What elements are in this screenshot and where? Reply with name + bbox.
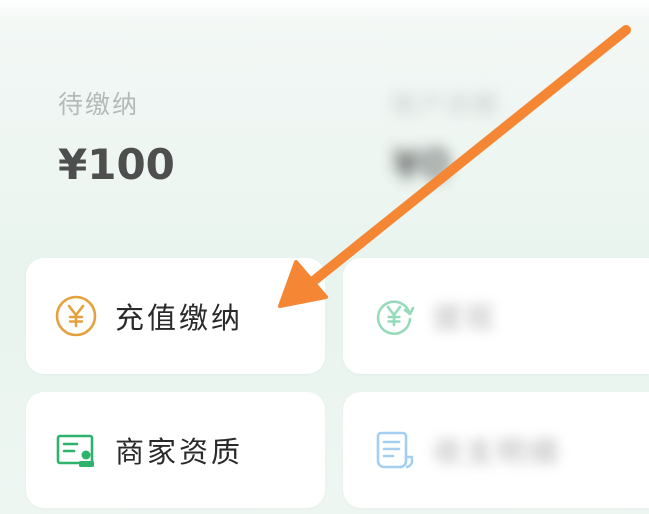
account-balance: 账户余额 ¥0 [392,88,500,190]
account-balance-value: ¥0 [392,140,451,189]
deposit-page: 待缴纳 ¥100 账户余额 ¥0 充值缴纳 提现 商家资质 收支明细 [0,0,649,514]
merchant-license-icon [53,427,99,473]
withdraw-button[interactable]: 提现 [343,258,649,374]
income-expense-records-label: 收支明细 [433,429,561,471]
income-expense-records-button[interactable]: 收支明细 [343,392,649,508]
recharge-pay-button[interactable]: 充值缴纳 [26,258,325,374]
withdraw-label-text: 提现 [433,301,498,335]
top-strip [0,0,649,20]
receipt-icon [371,427,417,473]
merchant-qualification-label: 商家资质 [115,435,244,469]
pending-balance-value: ¥100 [58,140,175,189]
income-expense-records-label-text: 收支明细 [433,435,562,469]
yen-refresh-icon [371,293,417,339]
pending-balance: 待缴纳 ¥100 [58,88,175,190]
account-balance-label: 账户余额 [392,90,501,119]
merchant-qualification-button[interactable]: 商家资质 [26,392,325,508]
recharge-pay-label: 充值缴纳 [115,301,244,335]
yen-coin-icon [53,293,99,339]
pending-balance-label: 待缴纳 [58,90,140,119]
withdraw-label: 提现 [433,295,497,337]
